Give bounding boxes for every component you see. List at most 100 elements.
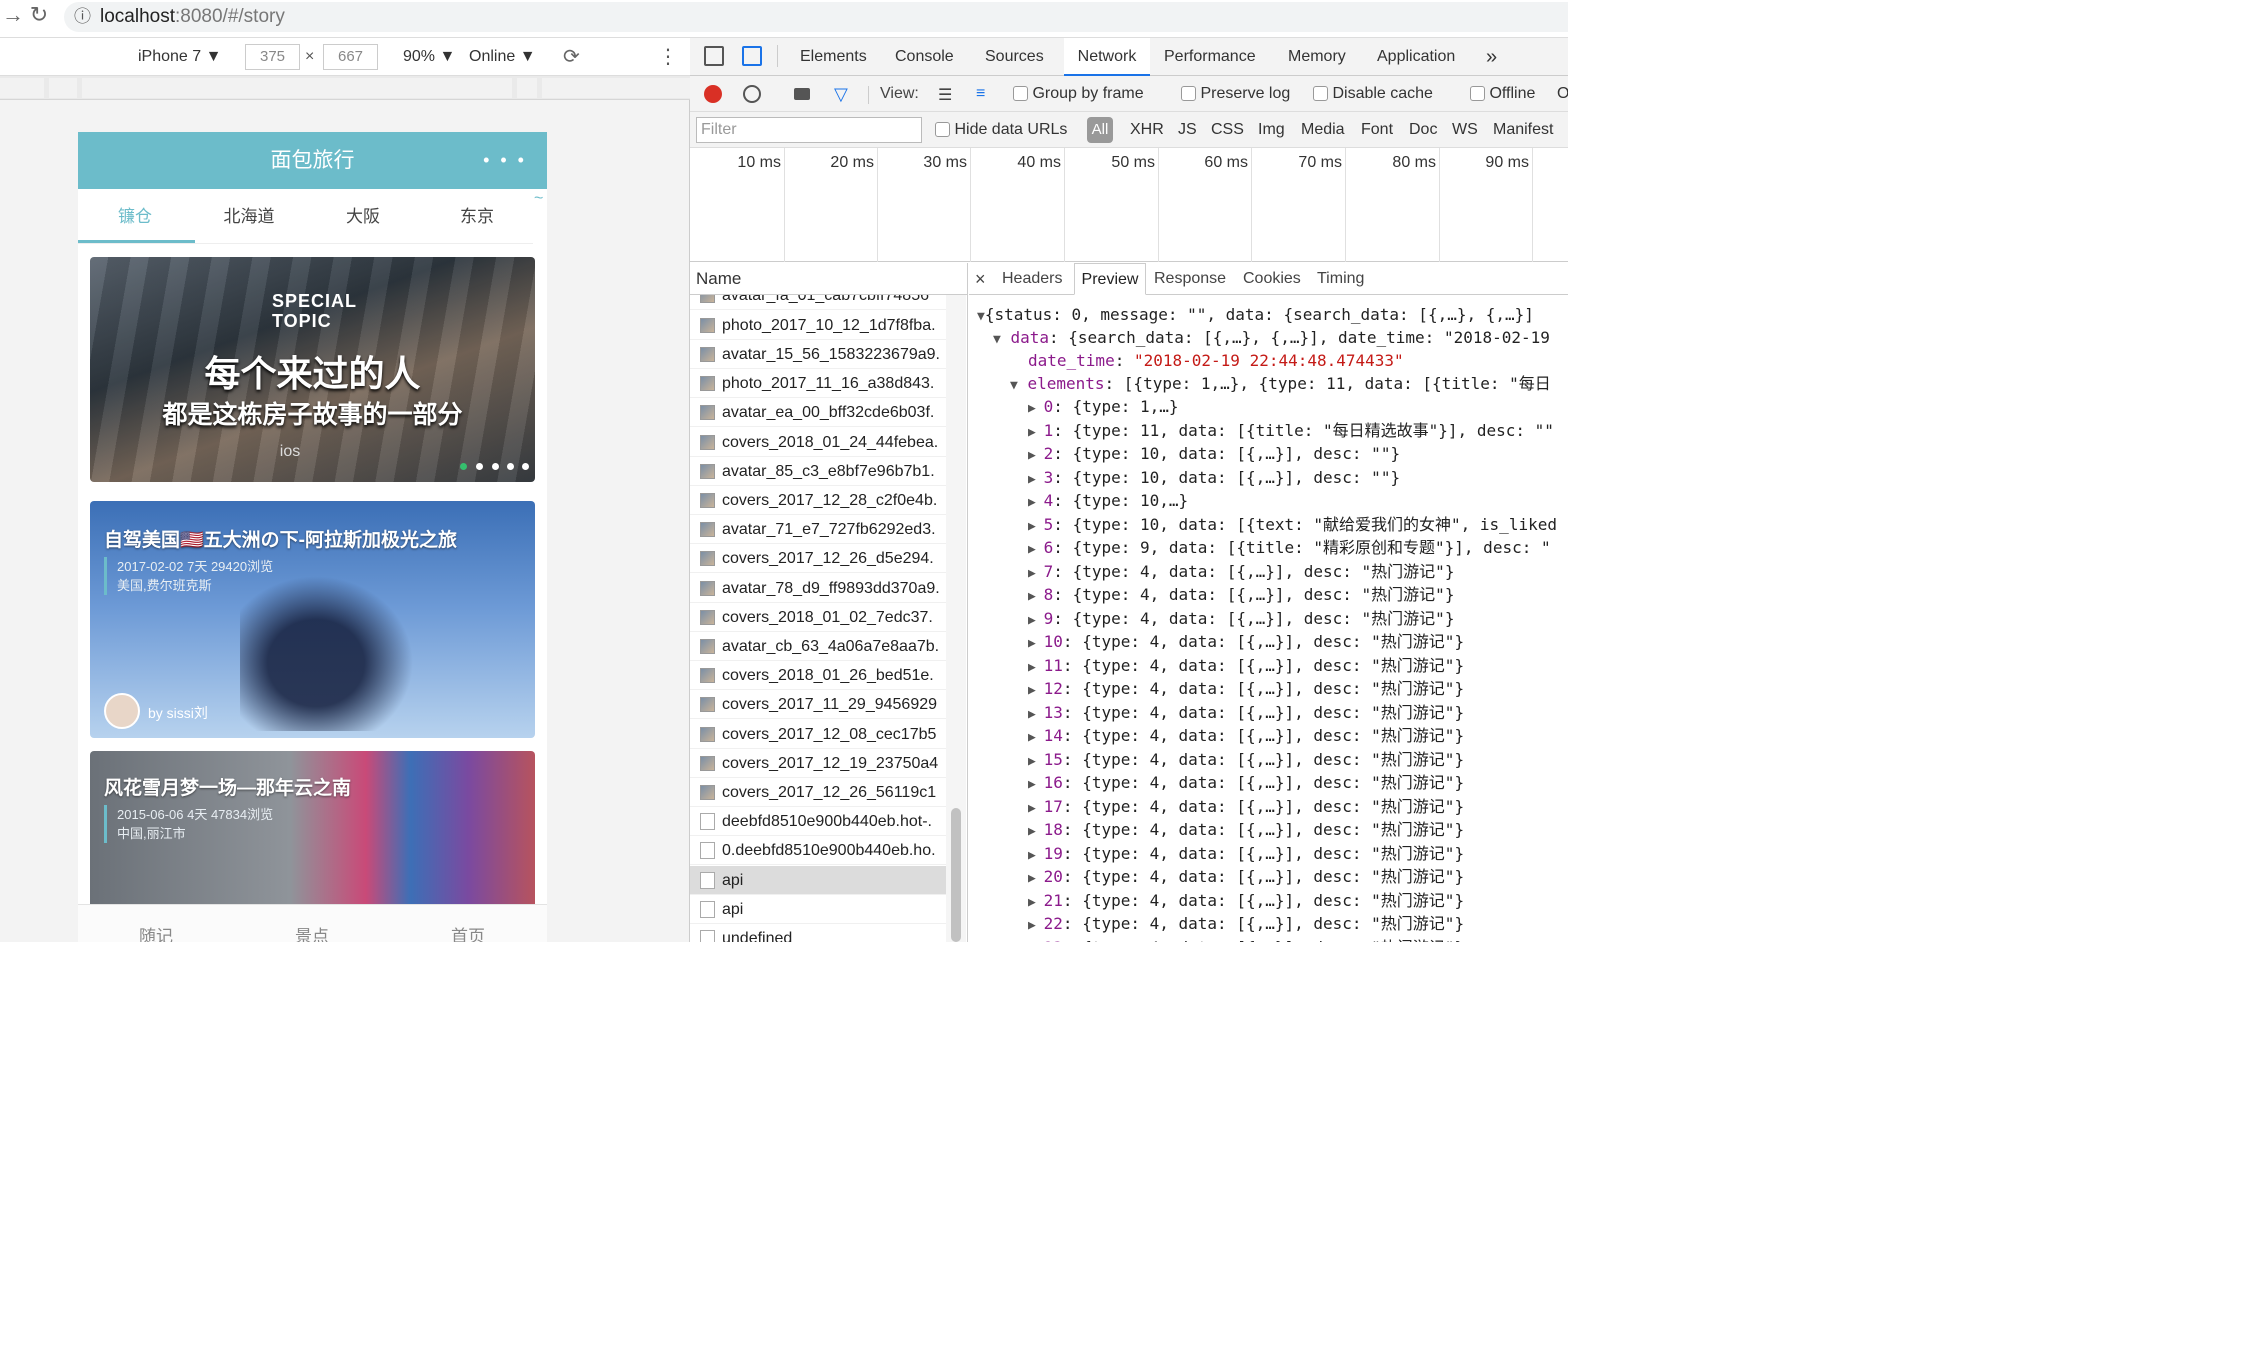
carousel-dot-active[interactable]	[460, 463, 467, 470]
request-row[interactable]: 0.deebfd8510e900b440eb.ho.	[690, 836, 946, 866]
story-card[interactable]: 风花雪月梦一场—那年云之南 2015-06-06 4天 47834浏览 中国,丽…	[90, 751, 535, 911]
json-array-item[interactable]: ▶ 3: {type: 10, data: [{,…}], desc: ""}	[1028, 466, 1400, 489]
type-filter-img[interactable]: Img	[1258, 121, 1285, 139]
name-column-header[interactable]: Name	[690, 263, 968, 295]
collapsed-arrow-icon[interactable]: ▶	[1028, 754, 1044, 769]
more-tabs-icon[interactable]: »	[1486, 38, 1497, 76]
checkbox[interactable]	[1181, 86, 1196, 102]
device-toggle-icon[interactable]	[742, 46, 762, 66]
json-data-node[interactable]: ▼ data: {search_data: [{,…}, {,…}], date…	[993, 326, 1550, 349]
request-row[interactable]: undefined	[690, 924, 946, 942]
tab-performance[interactable]: Performance	[1164, 38, 1256, 76]
json-array-item[interactable]: ▶ 2: {type: 10, data: [{,…}], desc: ""}	[1028, 442, 1400, 465]
collapsed-arrow-icon[interactable]: ▶	[1028, 472, 1044, 487]
ruler-segment[interactable]	[542, 78, 690, 98]
request-row[interactable]: avatar_ea_00_bff32cde6b03f.	[690, 398, 946, 428]
request-row[interactable]: covers_2017_11_29_9456929	[690, 690, 946, 720]
json-array-item[interactable]: ▶ 10: {type: 4, data: [{,…}], desc: "热门游…	[1028, 630, 1464, 653]
json-array-item[interactable]: ▶ 11: {type: 4, data: [{,…}], desc: "热门游…	[1028, 654, 1464, 677]
type-filter-doc[interactable]: Doc	[1409, 121, 1437, 139]
banner-carousel[interactable]: SPECIAL TOPIC 每个来过的人 都是这栋房子故事的一部分 ios	[90, 257, 535, 482]
json-array-item[interactable]: ▶ 17: {type: 4, data: [{,…}], desc: "热门游…	[1028, 795, 1464, 818]
close-detail-icon[interactable]: ×	[975, 263, 986, 295]
json-array-item[interactable]: ▶ 16: {type: 4, data: [{,…}], desc: "热门游…	[1028, 771, 1464, 794]
preserve-log-toggle[interactable]: Preserve log	[1181, 85, 1290, 103]
collapsed-arrow-icon[interactable]: ▶	[1028, 777, 1044, 792]
ruler-segment[interactable]	[517, 78, 537, 98]
json-array-item[interactable]: ▶ 14: {type: 4, data: [{,…}], desc: "热门游…	[1028, 724, 1464, 747]
reload-icon[interactable]: ↻	[26, 2, 52, 28]
collapsed-arrow-icon[interactable]: ▶	[1028, 918, 1044, 933]
type-filter-css[interactable]: CSS	[1211, 121, 1244, 139]
request-row[interactable]: covers_2018_01_26_bed51e.	[690, 661, 946, 691]
more-dots-icon[interactable]: • • •	[483, 132, 527, 189]
collapsed-arrow-icon[interactable]: ▶	[1028, 824, 1044, 839]
request-row[interactable]: avatar_78_d9_ff9893dd370a9.	[690, 574, 946, 603]
type-filter-media[interactable]: Media	[1301, 121, 1345, 139]
tab-kamakura[interactable]: 镰仓	[78, 192, 192, 242]
collapsed-arrow-icon[interactable]: ▶	[1028, 871, 1044, 886]
more-options-icon[interactable]: ⋮	[658, 38, 678, 76]
json-array-item[interactable]: ▶ 21: {type: 4, data: [{,…}], desc: "热门游…	[1028, 889, 1464, 912]
author-avatar[interactable]	[104, 693, 140, 729]
json-array-item[interactable]: ▶ 20: {type: 4, data: [{,…}], desc: "热门游…	[1028, 865, 1464, 888]
request-row[interactable]: covers_2018_01_02_7edc37.	[690, 603, 946, 632]
request-row[interactable]: avatar_cb_63_4a06a7e8aa7b.	[690, 632, 946, 662]
forward-icon[interactable]: →	[0, 2, 26, 28]
collapsed-arrow-icon[interactable]: ▶	[1028, 636, 1044, 651]
disable-cache-toggle[interactable]: Disable cache	[1313, 85, 1433, 103]
collapsed-arrow-icon[interactable]: ▶	[1028, 683, 1044, 698]
tab-timing[interactable]: Timing	[1317, 263, 1364, 295]
group-by-frame-toggle[interactable]: Group by frame	[1013, 85, 1144, 103]
collapsed-arrow-icon[interactable]: ▶	[1028, 730, 1044, 745]
hide-data-urls-toggle[interactable]: Hide data URLs	[935, 121, 1067, 139]
request-row[interactable]: covers_2017_12_19_23750a4	[690, 749, 946, 778]
tab-scroll-indicator[interactable]: ~	[534, 190, 543, 208]
json-date-node[interactable]: date_time: "2018-02-19 22:44:48.474433"	[1028, 349, 1404, 372]
json-array-item[interactable]: ▶ 5: {type: 10, data: [{text: "献给爱我们的女神"…	[1028, 513, 1557, 536]
inspect-icon[interactable]	[704, 46, 724, 66]
tab-tokyo[interactable]: 东京	[420, 192, 534, 242]
json-root[interactable]: ▼{status: 0, message: "", data: {search_…	[977, 303, 1534, 326]
ruler-segment[interactable]	[0, 78, 44, 98]
request-row[interactable]: api	[690, 895, 946, 924]
rotate-icon[interactable]: ⟳	[563, 38, 580, 76]
type-filter-font[interactable]: Font	[1361, 121, 1393, 139]
json-array-item[interactable]: ▶ 0: {type: 1,…}	[1028, 395, 1179, 418]
bottom-tab-notes[interactable]: 随记	[139, 922, 173, 942]
request-row[interactable]: avatar_71_e7_727fb6292ed3.	[690, 515, 946, 545]
collapsed-arrow-icon[interactable]: ▶	[1028, 707, 1044, 722]
type-filter-js[interactable]: JS	[1178, 121, 1197, 139]
author-name[interactable]: by sissi刘	[148, 703, 208, 723]
request-row[interactable]: covers_2017_12_26_d5e294.	[690, 544, 946, 574]
json-array-item[interactable]: ▶ 6: {type: 9, data: [{title: "精彩原创和专题"}…	[1028, 536, 1551, 559]
json-array-item[interactable]: ▶ 15: {type: 4, data: [{,…}], desc: "热门游…	[1028, 748, 1464, 771]
request-row[interactable]: covers_2017_12_26_56119c1	[690, 778, 946, 808]
request-row[interactable]: deebfd8510e900b440eb.hot-.	[690, 807, 946, 837]
collapsed-arrow-icon[interactable]: ▶	[1028, 801, 1044, 816]
json-array-item[interactable]: ▶ 8: {type: 4, data: [{,…}], desc: "热门游记…	[1028, 583, 1454, 606]
collapsed-arrow-icon[interactable]: ▶	[1028, 495, 1044, 510]
type-filter-ws[interactable]: WS	[1452, 121, 1478, 139]
request-row[interactable]: avatar_85_c3_e8bf7e96b7b1.	[690, 457, 946, 486]
expanded-arrow-icon[interactable]: ▼	[993, 332, 1001, 347]
clear-icon[interactable]	[743, 85, 761, 103]
type-filter-all[interactable]: All	[1087, 117, 1113, 143]
request-row[interactable]: avatar_15_56_1583223679a9.	[690, 340, 946, 370]
request-row[interactable]: photo_2017_11_16_a38d843.	[690, 369, 946, 399]
tab-console[interactable]: Console	[895, 38, 954, 76]
tab-hokkaido[interactable]: 北海道	[192, 192, 306, 242]
tab-elements[interactable]: Elements	[800, 38, 867, 76]
device-width-input[interactable]: 375	[245, 44, 300, 70]
scrollbar-thumb[interactable]	[951, 808, 961, 942]
collapsed-arrow-icon[interactable]: ▶	[1028, 895, 1044, 910]
filter-input[interactable]: Filter	[696, 117, 922, 143]
throttle-overflow[interactable]: O	[1557, 85, 1568, 103]
json-array-item[interactable]: ▶ 19: {type: 4, data: [{,…}], desc: "热门游…	[1028, 842, 1464, 865]
tab-cookies[interactable]: Cookies	[1243, 263, 1301, 295]
expanded-arrow-icon[interactable]: ▼	[1010, 378, 1018, 393]
checkbox[interactable]	[935, 122, 950, 138]
address-input[interactable]: ⓘ localhost:8080/#/story	[64, 2, 1568, 32]
device-select[interactable]: iPhone 7 ▼	[138, 38, 221, 76]
tab-osaka[interactable]: 大阪	[306, 192, 420, 242]
